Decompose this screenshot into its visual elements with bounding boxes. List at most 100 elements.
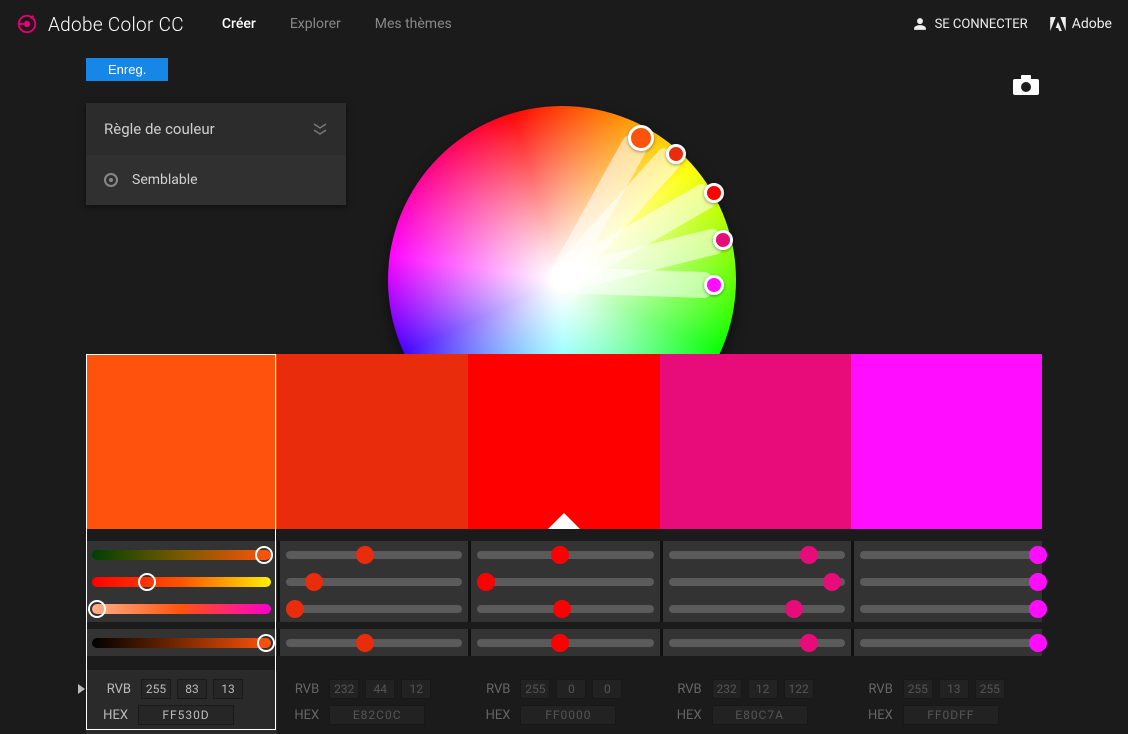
slider-thumb[interactable]: [551, 634, 569, 652]
slider-row: [86, 595, 1042, 622]
slider-cell[interactable]: [468, 629, 659, 656]
slider-thumb[interactable]: [88, 600, 106, 618]
save-button[interactable]: Enreg.: [86, 58, 168, 81]
slider-cell[interactable]: [277, 541, 468, 568]
slider-row: [86, 629, 1042, 656]
rgb-value[interactable]: 255: [903, 679, 933, 699]
slider-track-gradient: [92, 550, 271, 560]
slider-cell[interactable]: [660, 541, 851, 568]
main-nav: Créer Explorer Mes thèmes: [222, 16, 452, 32]
slider-thumb[interactable]: [257, 634, 275, 652]
rgb-label: RVB: [472, 682, 510, 697]
wheel-handle[interactable]: [713, 230, 733, 250]
color-rule-toggle[interactable]: Règle de couleur: [86, 103, 346, 155]
slider-gap: [86, 622, 1042, 629]
slider-thumb[interactable]: [1029, 546, 1047, 564]
slider-cell[interactable]: [660, 629, 851, 656]
slider-cell[interactable]: [851, 541, 1042, 568]
slider-thumb[interactable]: [800, 634, 818, 652]
slider-track: [286, 551, 462, 559]
slider-cell[interactable]: [468, 541, 659, 568]
wheel-handle[interactable]: [704, 183, 724, 203]
slider-thumb[interactable]: [305, 573, 323, 591]
slider-cell[interactable]: [660, 568, 851, 595]
slider-cell[interactable]: [86, 629, 277, 656]
slider-cell[interactable]: [851, 568, 1042, 595]
rgb-value[interactable]: 232: [329, 679, 359, 699]
value-column: RVB25513255HEXFF0DFF: [851, 670, 1042, 734]
slider-thumb[interactable]: [477, 573, 495, 591]
signin-label: SE CONNECTER: [935, 17, 1028, 32]
swatch[interactable]: [277, 354, 468, 529]
hex-value[interactable]: FF0DFF: [903, 705, 999, 725]
slider-track-gradient: [92, 638, 271, 648]
slider-thumb[interactable]: [356, 634, 374, 652]
rgb-value[interactable]: 0: [556, 679, 586, 699]
camera-button[interactable]: [1012, 74, 1040, 100]
adobe-link[interactable]: Adobe: [1050, 16, 1112, 32]
color-rule-panel: Règle de couleur Semblable: [86, 103, 346, 205]
wheel-handle[interactable]: [666, 144, 686, 164]
slider-cell[interactable]: [277, 595, 468, 622]
slider-cell[interactable]: [660, 595, 851, 622]
slider-thumb[interactable]: [551, 546, 569, 564]
color-rule-option[interactable]: Semblable: [86, 155, 346, 205]
value-column: RVB2558313HEXFF530D: [86, 670, 277, 734]
hex-label: HEX: [281, 708, 319, 723]
slider-thumb[interactable]: [553, 600, 571, 618]
hex-value[interactable]: E82C0C: [329, 705, 425, 725]
camera-icon: [1012, 74, 1040, 96]
slider-thumb[interactable]: [800, 546, 818, 564]
slider-thumb[interactable]: [1029, 634, 1047, 652]
hex-label: HEX: [855, 708, 893, 723]
slider-track: [477, 578, 653, 586]
swatch[interactable]: [468, 354, 659, 529]
slider-cell[interactable]: [277, 629, 468, 656]
hex-value[interactable]: FF530D: [138, 705, 234, 725]
rgb-value[interactable]: 83: [177, 679, 207, 699]
hex-value[interactable]: E80C7A: [712, 705, 808, 725]
nav-themes[interactable]: Mes thèmes: [375, 16, 452, 32]
slider-cell[interactable]: [86, 541, 277, 568]
rgb-value[interactable]: 255: [520, 679, 550, 699]
rgb-value[interactable]: 232: [712, 679, 742, 699]
slider-thumb[interactable]: [255, 546, 273, 564]
rgb-value[interactable]: 12: [401, 679, 431, 699]
slider-cell[interactable]: [468, 568, 659, 595]
rgb-value[interactable]: 255: [141, 679, 171, 699]
slider-cell[interactable]: [851, 629, 1042, 656]
rgb-value[interactable]: 12: [748, 679, 778, 699]
slider-thumb[interactable]: [1029, 600, 1047, 618]
nav-create[interactable]: Créer: [222, 16, 256, 32]
user-icon: [913, 17, 927, 31]
slider-thumb[interactable]: [1029, 573, 1047, 591]
rgb-value[interactable]: 255: [975, 679, 1005, 699]
slider-cell[interactable]: [86, 595, 277, 622]
slider-thumb[interactable]: [138, 573, 156, 591]
rgb-value[interactable]: 122: [784, 679, 814, 699]
slider-thumb[interactable]: [356, 546, 374, 564]
slider-cell[interactable]: [86, 568, 277, 595]
slider-thumb[interactable]: [286, 600, 304, 618]
swatch[interactable]: [660, 354, 851, 529]
hex-value[interactable]: FF0000: [520, 705, 616, 725]
rgb-value[interactable]: 13: [939, 679, 969, 699]
rgb-value[interactable]: 13: [213, 679, 243, 699]
nav-explore[interactable]: Explorer: [290, 16, 341, 32]
slider-cell[interactable]: [468, 595, 659, 622]
slider-track-gradient: [92, 577, 271, 587]
swatch[interactable]: [851, 354, 1042, 529]
swatch[interactable]: [86, 354, 277, 529]
signin-button[interactable]: SE CONNECTER: [913, 17, 1028, 32]
rgb-value[interactable]: 0: [592, 679, 622, 699]
slider-cell[interactable]: [851, 595, 1042, 622]
hex-label: HEX: [664, 708, 702, 723]
wheel-ray: [560, 267, 713, 298]
slider-thumb[interactable]: [823, 573, 841, 591]
slider-thumb[interactable]: [785, 600, 803, 618]
hex-label: HEX: [472, 708, 510, 723]
app-logo-icon: [16, 13, 38, 35]
wheel-handle[interactable]: [628, 125, 654, 151]
slider-cell[interactable]: [277, 568, 468, 595]
rgb-value[interactable]: 44: [365, 679, 395, 699]
